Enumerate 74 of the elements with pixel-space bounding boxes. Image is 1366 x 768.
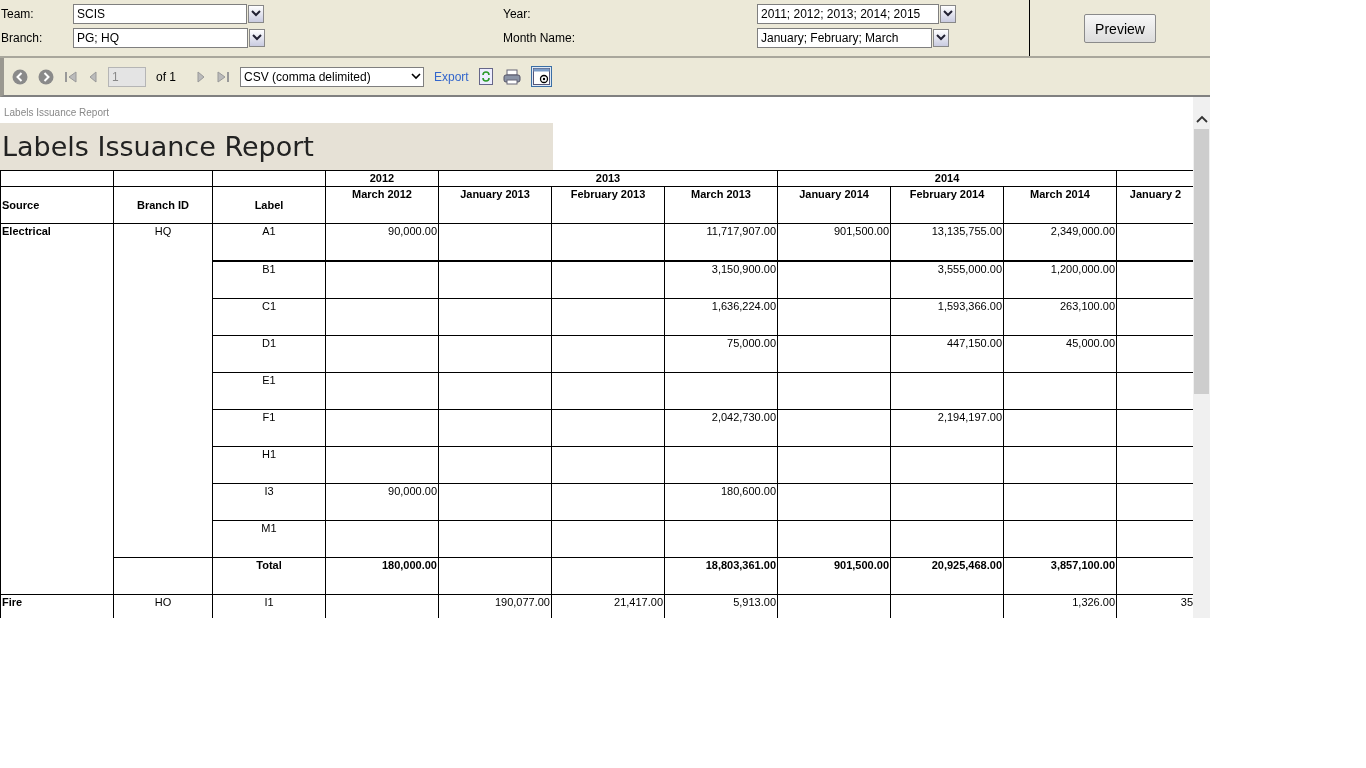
refresh-icon[interactable] [478, 68, 493, 85]
page-count: of 1 [156, 69, 176, 84]
dropdown-button[interactable] [933, 29, 949, 47]
column-header: Source [0, 186, 114, 224]
month-header: March 2014 [1003, 186, 1117, 224]
export-format-dropdown[interactable]: CSV (comma delimited) [240, 66, 424, 87]
value-cell: 2,194,197.00 [890, 409, 1004, 447]
month-header: January 2014 [777, 186, 891, 224]
label-cell: M1 [212, 520, 326, 558]
caret-icon [251, 10, 261, 18]
total-cell: 901,500.00 [777, 557, 891, 595]
label-cell: C1 [212, 298, 326, 336]
label-cell: H1 [212, 446, 326, 484]
parameter-field[interactable]: 2011; 2012; 2013; 2014; 2015 [757, 4, 939, 24]
dropdown-button[interactable] [249, 29, 265, 47]
source-cell: Fire [0, 594, 114, 618]
branch-cell: HQ [113, 223, 213, 558]
parameter-field[interactable]: PG; HQ [73, 28, 248, 48]
report-title: Labels Issuance Report [0, 123, 553, 170]
parameter-label: Month Name: [503, 31, 577, 45]
month-header: January 2013 [438, 186, 552, 224]
month-header: February 2014 [890, 186, 1004, 224]
value-cell: 45,000.00 [1003, 335, 1117, 373]
scrollbar[interactable] [1193, 97, 1210, 618]
value-cell: 1,636,224.00 [664, 298, 778, 336]
total-cell: 20,925,468.00 [890, 557, 1004, 595]
month-header: March 2013 [664, 186, 778, 224]
scrollbar-thumb[interactable] [1194, 129, 1209, 394]
scroll-up-icon[interactable] [1195, 115, 1208, 123]
parameter-label: Branch: [1, 31, 44, 45]
value-cell: 1,200,000.00 [1003, 261, 1117, 299]
total-cell: 180,000.00 [325, 557, 439, 595]
parameter-label: Year: [503, 7, 532, 21]
source-cell: Electrical [0, 223, 114, 595]
forward-icon[interactable] [38, 68, 54, 85]
total-cell: 3,857,100.00 [1003, 557, 1117, 595]
export-link[interactable]: Export [434, 69, 469, 84]
value-cell: 2,042,730.00 [664, 409, 778, 447]
value-cell: 3,555,000.00 [890, 261, 1004, 299]
year-header: 2014 [934, 172, 960, 184]
column-header: Branch ID [113, 186, 213, 224]
value-cell: 263,100.00 [1003, 298, 1117, 336]
label-cell: B1 [212, 261, 326, 299]
value-cell: 1,593,366.00 [890, 298, 1004, 336]
caret-icon [943, 10, 953, 18]
total-label: Total [212, 557, 326, 595]
parameter-field[interactable]: SCIS [73, 4, 247, 24]
dropdown-button[interactable] [940, 5, 956, 23]
print-icon[interactable] [502, 68, 521, 85]
report-breadcrumb: Labels Issuance Report [3, 106, 111, 120]
label-cell: D1 [212, 335, 326, 373]
month-header: February 2013 [551, 186, 665, 224]
email-button[interactable] [530, 66, 552, 87]
year-header: 2012 [369, 172, 395, 184]
preview-button[interactable]: Preview [1084, 14, 1156, 43]
caret-icon [411, 73, 421, 80]
total-cell: 18,803,361.00 [664, 557, 778, 595]
label-cell: E1 [212, 372, 326, 410]
value-cell: 75,000.00 [664, 335, 778, 373]
caret-icon [936, 34, 946, 42]
parameter-field[interactable]: January; February; March [757, 28, 932, 48]
value-cell: 3,150,900.00 [664, 261, 778, 299]
column-header: Label [212, 186, 326, 224]
value-cell: 90,000.00 [325, 483, 439, 521]
caret-icon [252, 34, 262, 42]
value-cell: 447,150.00 [890, 335, 1004, 373]
back-icon[interactable] [12, 68, 28, 85]
dropdown-button[interactable] [248, 5, 264, 23]
parameter-label: Team: [1, 7, 35, 21]
value-cell: 180,600.00 [664, 483, 778, 521]
label-cell: I3 [212, 483, 326, 521]
month-header: March 2012 [325, 186, 439, 224]
label-cell: F1 [212, 409, 326, 447]
year-header: 2013 [595, 172, 621, 184]
